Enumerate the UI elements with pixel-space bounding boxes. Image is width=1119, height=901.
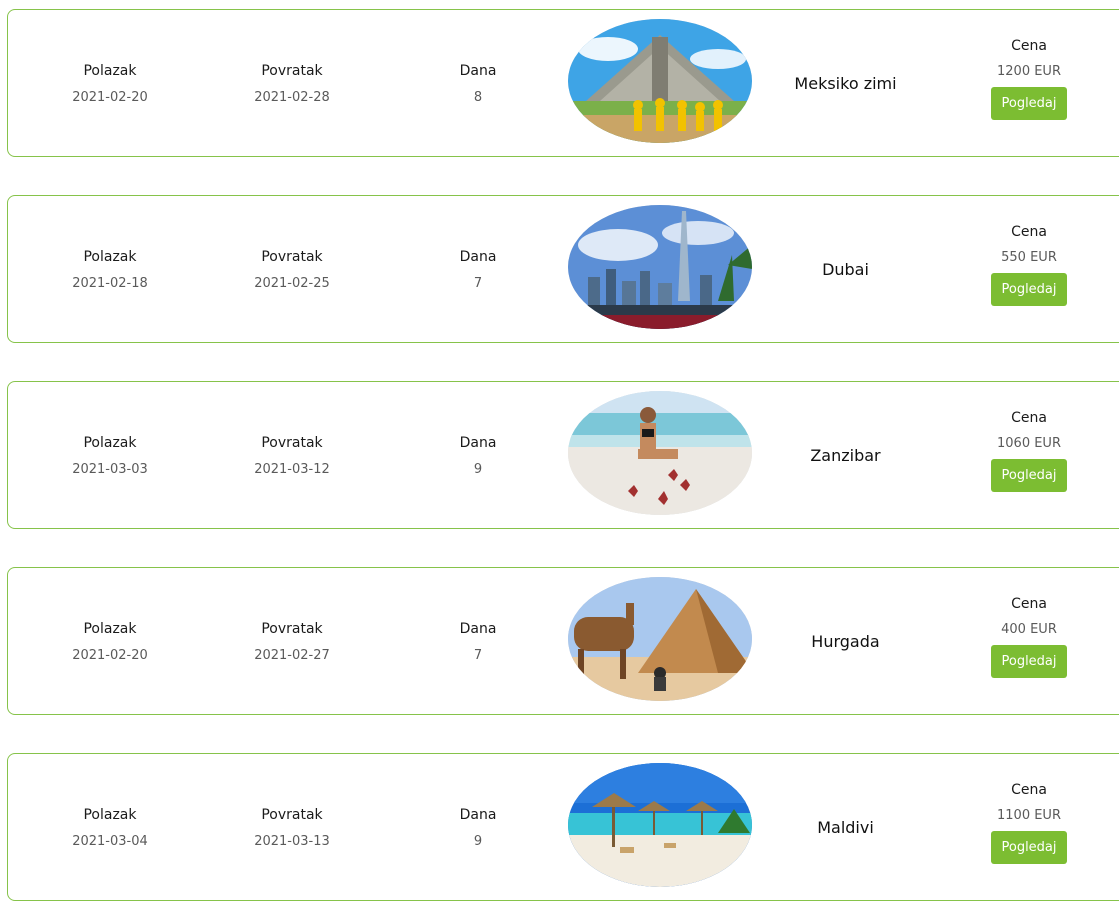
price-label: Cena xyxy=(1011,410,1047,426)
return-date: 2021-03-13 xyxy=(254,834,330,849)
return-column: Povratak 2021-02-28 xyxy=(242,63,342,105)
destination-name: Meksiko zimi xyxy=(794,74,897,93)
return-label: Povratak xyxy=(261,435,323,451)
days-count: 7 xyxy=(473,648,483,663)
price-label: Cena xyxy=(1011,596,1047,612)
view-button[interactable]: Pogledaj xyxy=(991,273,1067,306)
view-button[interactable]: Pogledaj xyxy=(991,831,1067,864)
return-label: Povratak xyxy=(261,249,323,265)
departure-date: 2021-02-20 xyxy=(72,648,148,663)
price-column: Cena 1200 EUR Pogledaj xyxy=(972,38,1086,120)
return-date: 2021-02-27 xyxy=(254,648,330,663)
departure-column: Polazak 2021-02-20 xyxy=(60,621,160,663)
days-count: 7 xyxy=(473,276,483,291)
departure-label: Polazak xyxy=(83,807,137,823)
departure-label: Polazak xyxy=(83,621,137,637)
trip-list: Polazak 2021-02-20 Povratak 2021-02-28 D… xyxy=(0,0,1119,901)
departure-label: Polazak xyxy=(83,249,137,265)
departure-date: 2021-03-04 xyxy=(72,834,148,849)
departure-label: Polazak xyxy=(83,63,137,79)
days-column: Dana 7 xyxy=(428,249,528,291)
days-label: Dana xyxy=(459,807,497,823)
return-label: Povratak xyxy=(261,807,323,823)
trip-card: Polazak 2021-02-18 Povratak 2021-02-25 D… xyxy=(7,195,1119,343)
days-column: Dana 8 xyxy=(428,63,528,105)
departure-column: Polazak 2021-03-04 xyxy=(60,807,160,849)
days-label: Dana xyxy=(459,435,497,451)
view-button[interactable]: Pogledaj xyxy=(991,87,1067,120)
return-date: 2021-03-12 xyxy=(254,462,330,477)
days-label: Dana xyxy=(459,621,497,637)
trip-card: Polazak 2021-02-20 Povratak 2021-02-28 D… xyxy=(7,9,1119,157)
days-label: Dana xyxy=(459,63,497,79)
departure-label: Polazak xyxy=(83,435,137,451)
price-column: Cena 550 EUR Pogledaj xyxy=(972,224,1086,306)
return-column: Povratak 2021-02-27 xyxy=(242,621,342,663)
price-label: Cena xyxy=(1011,38,1047,54)
price-value: 550 EUR xyxy=(1001,250,1057,265)
trip-card: Polazak 2021-03-04 Povratak 2021-03-13 D… xyxy=(7,753,1119,901)
days-column: Dana 9 xyxy=(428,435,528,477)
days-count: 9 xyxy=(473,834,483,849)
destination-name: Zanzibar xyxy=(810,446,881,465)
days-count: 8 xyxy=(473,90,483,105)
price-label: Cena xyxy=(1011,224,1047,240)
trip-photo-mayan-pyramid xyxy=(568,19,752,143)
trip-photo-city-skyline xyxy=(568,205,752,329)
return-date: 2021-02-25 xyxy=(254,276,330,291)
price-value: 1060 EUR xyxy=(997,436,1061,451)
return-date: 2021-02-28 xyxy=(254,90,330,105)
trip-card: Polazak 2021-02-20 Povratak 2021-02-27 D… xyxy=(7,567,1119,715)
trip-photo-camel-pyramid xyxy=(568,577,752,701)
return-label: Povratak xyxy=(261,621,323,637)
departure-column: Polazak 2021-02-20 xyxy=(60,63,160,105)
days-count: 9 xyxy=(473,462,483,477)
return-label: Povratak xyxy=(261,63,323,79)
view-button[interactable]: Pogledaj xyxy=(991,645,1067,678)
trip-card: Polazak 2021-03-03 Povratak 2021-03-12 D… xyxy=(7,381,1119,529)
price-column: Cena 1100 EUR Pogledaj xyxy=(972,782,1086,864)
days-column: Dana 7 xyxy=(428,621,528,663)
return-column: Povratak 2021-02-25 xyxy=(242,249,342,291)
departure-column: Polazak 2021-03-03 xyxy=(60,435,160,477)
return-column: Povratak 2021-03-12 xyxy=(242,435,342,477)
trip-photo-beach-umbrellas xyxy=(568,763,752,887)
departure-date: 2021-02-18 xyxy=(72,276,148,291)
price-value: 400 EUR xyxy=(1001,622,1057,637)
destination-name: Dubai xyxy=(822,260,869,279)
destination-name: Maldivi xyxy=(817,818,874,837)
price-value: 1200 EUR xyxy=(997,64,1061,79)
price-column: Cena 400 EUR Pogledaj xyxy=(972,596,1086,678)
days-column: Dana 9 xyxy=(428,807,528,849)
departure-date: 2021-02-20 xyxy=(72,90,148,105)
days-label: Dana xyxy=(459,249,497,265)
price-label: Cena xyxy=(1011,782,1047,798)
return-column: Povratak 2021-03-13 xyxy=(242,807,342,849)
price-value: 1100 EUR xyxy=(997,808,1061,823)
departure-date: 2021-03-03 xyxy=(72,462,148,477)
view-button[interactable]: Pogledaj xyxy=(991,459,1067,492)
departure-column: Polazak 2021-02-18 xyxy=(60,249,160,291)
price-column: Cena 1060 EUR Pogledaj xyxy=(972,410,1086,492)
destination-name: Hurgada xyxy=(811,632,880,651)
trip-photo-beach-starfish xyxy=(568,391,752,515)
